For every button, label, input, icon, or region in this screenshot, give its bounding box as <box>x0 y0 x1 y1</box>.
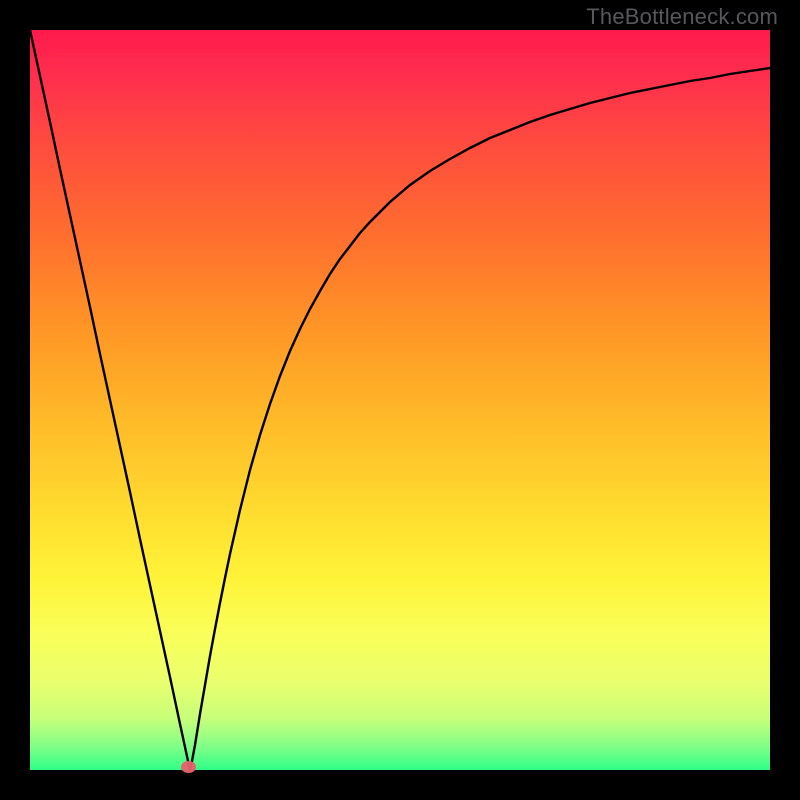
curve-svg <box>30 30 770 770</box>
plot-area <box>30 30 770 770</box>
watermark-label: TheBottleneck.com <box>586 4 778 30</box>
minimum-marker <box>181 761 196 773</box>
bottleneck-curve <box>30 30 770 770</box>
chart-container: TheBottleneck.com <box>0 0 800 800</box>
